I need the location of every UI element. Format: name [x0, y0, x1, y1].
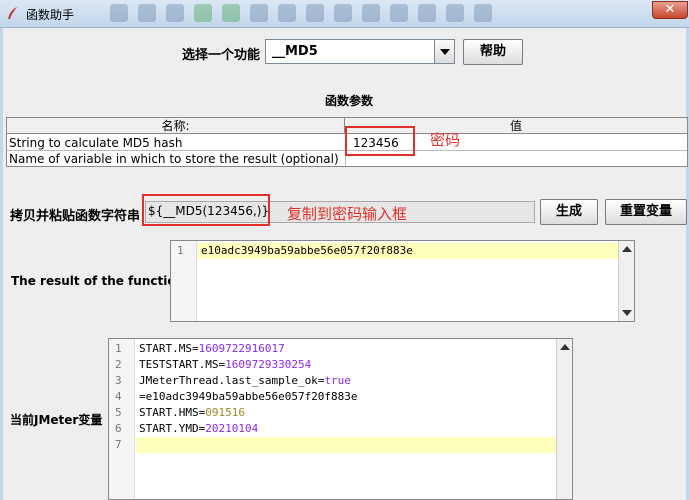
result-scrollbar[interactable]	[618, 241, 634, 321]
jmeter-variables-label: 当前JMeter变量	[10, 413, 103, 427]
variables-scrollbar[interactable]	[556, 339, 572, 499]
password-highlight-box	[345, 126, 415, 156]
reset-variables-button[interactable]: 重置变量	[605, 199, 687, 225]
help-button[interactable]: 帮助	[463, 39, 523, 65]
variable-line: TESTSTART.MS=1609729330254	[139, 358, 312, 371]
column-header-name: 名称:	[7, 118, 345, 134]
line-number: 2	[115, 358, 122, 371]
close-button[interactable]: ✕	[652, 1, 688, 19]
generate-button[interactable]: 生成	[540, 199, 598, 225]
line-number: 1	[115, 342, 122, 355]
function-dropdown[interactable]: __MD5	[265, 39, 455, 64]
line-number: 5	[115, 406, 122, 419]
copy-annotation: 复制到密码输入框	[287, 205, 408, 223]
window-title: 函数助手	[26, 8, 75, 22]
line-number: 1	[177, 244, 184, 257]
password-annotation: 密码	[430, 131, 461, 149]
scroll-up-icon[interactable]	[560, 344, 570, 350]
function-string-label: 拷贝并粘贴函数字符串	[10, 209, 141, 224]
scroll-down-icon[interactable]	[622, 310, 632, 316]
param-name-cell: String to calculate MD5 hash	[9, 136, 183, 150]
variable-line: START.HMS=091516	[139, 406, 245, 419]
function-string-highlight-box	[142, 194, 270, 226]
line-number: 3	[115, 374, 122, 387]
window-frame-left	[0, 28, 3, 500]
chevron-down-icon[interactable]	[434, 40, 454, 63]
variable-line: START.MS=1609722916017	[139, 342, 285, 355]
line-number: 4	[115, 390, 122, 403]
result-text: e10adc3949ba59abbe56e057f20f883e	[201, 244, 413, 257]
variable-line: START.YMD=20210104	[139, 422, 259, 435]
title-bar: 函数助手 ✕	[0, 0, 689, 28]
variable-line: JMeterThread.last_sample_ok=true	[139, 374, 351, 387]
params-section-title: 函数参数	[325, 94, 374, 108]
scroll-up-icon[interactable]	[622, 246, 632, 252]
line-number: 7	[115, 438, 122, 451]
function-select-label: 选择一个功能	[182, 48, 261, 63]
background-toolbar	[110, 4, 540, 24]
function-dropdown-value: __MD5	[272, 44, 318, 59]
line-number: 6	[115, 422, 122, 435]
feather-icon	[8, 7, 17, 19]
variable-line: =e10adc3949ba59abbe56e057f20f883e	[139, 390, 358, 403]
param-name-cell: Name of variable in which to store the r…	[9, 152, 339, 166]
result-editor[interactable]: 1 e10adc3949ba59abbe56e057f20f883e	[170, 240, 635, 322]
jmeter-variables-editor[interactable]: 1 START.MS=1609722916017 2 TESTSTART.MS=160…	[108, 338, 573, 500]
